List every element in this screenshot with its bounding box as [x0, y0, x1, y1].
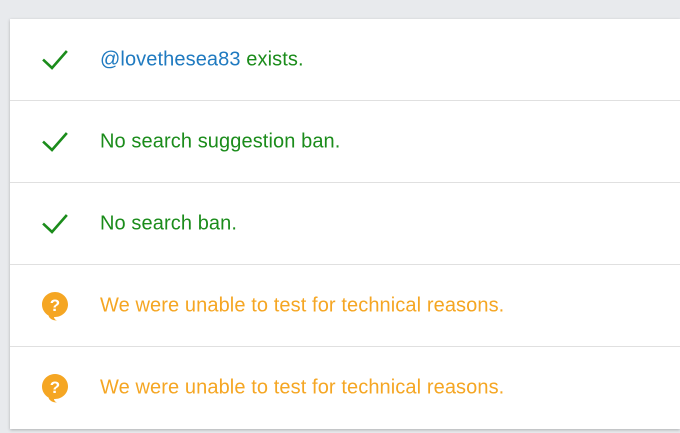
result-row-ghost-ban: ? We were unable to test for technical r…: [10, 265, 680, 347]
question-bubble-icon: ?: [40, 373, 70, 403]
result-text: No search suggestion ban.: [100, 130, 341, 152]
checkmark-icon: [40, 209, 70, 239]
result-text: No search ban.: [100, 212, 238, 234]
username-link[interactable]: @lovethesea83: [100, 48, 241, 70]
checkmark-icon: [40, 127, 70, 157]
svg-text:?: ?: [50, 378, 60, 397]
result-text: We were unable to test for technical rea…: [100, 376, 505, 399]
result-row-exists: @lovethesea83 exists.: [10, 19, 680, 101]
question-bubble-icon: ?: [40, 291, 70, 321]
result-text: @lovethesea83 exists.: [100, 48, 304, 71]
result-row-search-ban: No search ban.: [10, 183, 680, 265]
checkmark-icon: [40, 45, 70, 75]
results-card: @lovethesea83 exists. No search suggesti…: [10, 19, 680, 429]
result-text: We were unable to test for technical rea…: [100, 294, 505, 316]
result-row-reply-deboosting: ? We were unable to test for technical r…: [10, 347, 680, 429]
result-text-suffix: exists.: [240, 48, 304, 70]
result-row-suggestion-ban: No search suggestion ban.: [10, 101, 680, 183]
svg-text:?: ?: [50, 296, 60, 315]
